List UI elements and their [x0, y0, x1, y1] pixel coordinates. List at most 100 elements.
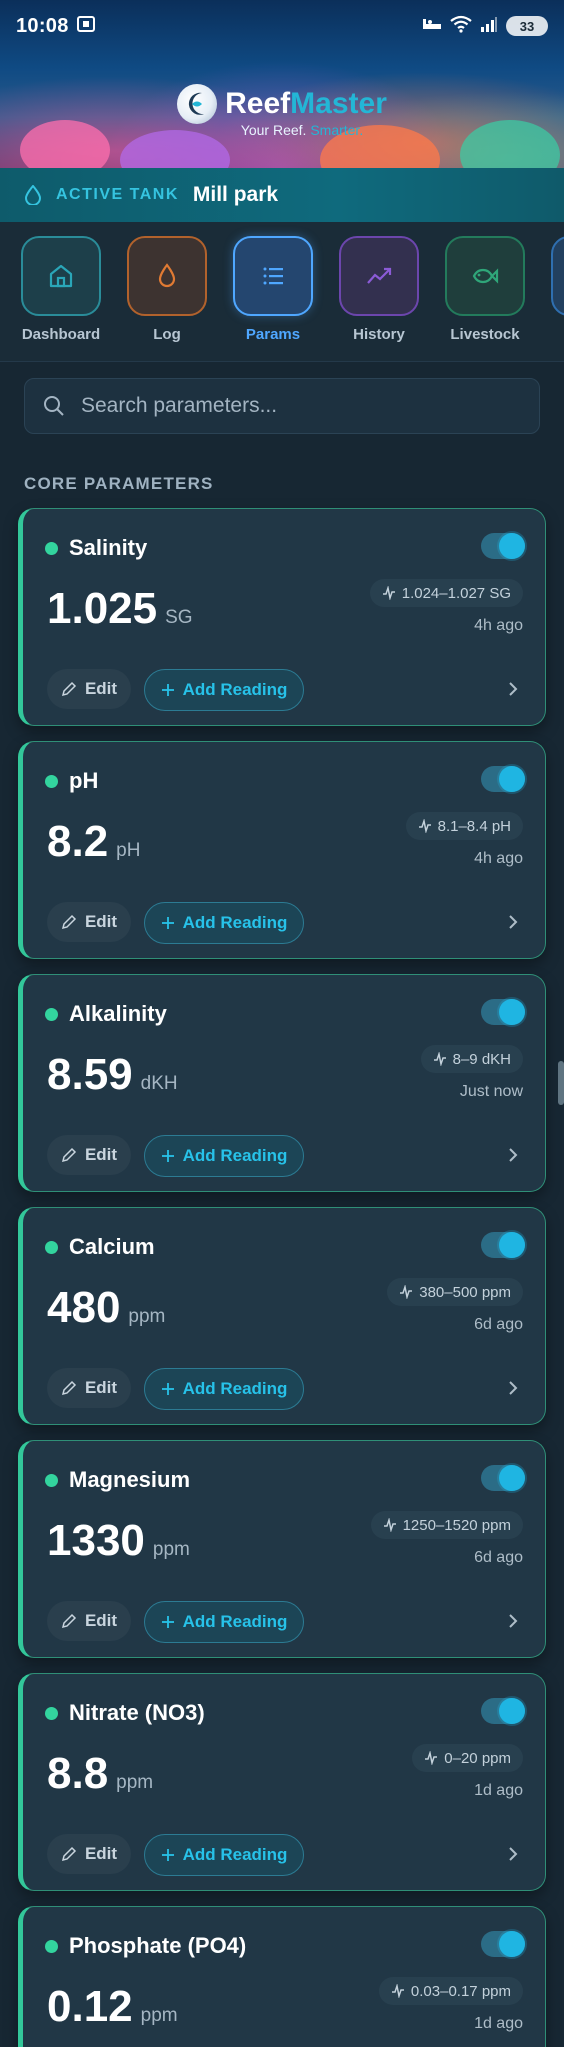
edit-button[interactable]: Edit [47, 1368, 131, 1408]
status-dot [45, 542, 58, 555]
search-box[interactable] [24, 378, 540, 434]
nav-item-dashboard[interactable]: Dashboard [21, 236, 101, 343]
nav-label: Livestock [450, 326, 520, 343]
param-toggle[interactable] [481, 1698, 525, 1724]
nav-item-params[interactable]: Params [233, 236, 313, 343]
pencil-icon [61, 681, 76, 697]
drop-icon [24, 185, 42, 205]
plus-icon [161, 684, 174, 696]
status-dot [45, 1008, 58, 1021]
param-value-block: 0.12 ppm [47, 1985, 178, 2029]
nav-tile[interactable] [127, 236, 207, 316]
param-card-magnesium[interactable]: Magnesium 1330 ppm 1250–1520 ppm 6d ago E… [18, 1440, 546, 1658]
edit-button[interactable]: Edit [47, 902, 131, 942]
chevron-right-icon[interactable] [505, 910, 521, 934]
chevron-right-icon[interactable] [505, 1842, 521, 1866]
param-unit: pH [116, 840, 141, 861]
nav-tile[interactable] [551, 236, 564, 316]
edit-button[interactable]: Edit [47, 669, 131, 709]
param-card-nitrate[interactable]: Nitrate (NO3) 8.8 ppm 0–20 ppm 1d ago Edi… [18, 1673, 546, 1891]
plus-icon [161, 1383, 174, 1395]
add-reading-label: Add Reading [182, 1379, 288, 1398]
param-toggle[interactable] [481, 999, 525, 1025]
active-tank-bar[interactable]: ACTIVE TANK Mill park [0, 168, 564, 222]
pulse-icon [418, 819, 431, 833]
last-updated: 4h ago [474, 617, 523, 634]
range-chip: 1250–1520 ppm [370, 1511, 523, 1539]
add-reading-button[interactable]: Add Reading [144, 669, 304, 711]
param-unit: ppm [128, 1306, 166, 1327]
add-reading-button[interactable]: Add Reading [144, 1834, 304, 1876]
edit-button[interactable]: Edit [47, 1834, 131, 1874]
pencil-icon [61, 1380, 76, 1396]
pencil-icon [61, 1613, 76, 1629]
add-reading-button[interactable]: Add Reading [144, 1368, 304, 1410]
nav-item-log[interactable]: Log [127, 236, 207, 343]
fish-icon [472, 268, 499, 284]
nav-tile[interactable] [339, 236, 419, 316]
status-dot [45, 1241, 58, 1254]
param-name: Calcium [69, 1234, 155, 1259]
param-toggle[interactable] [481, 1232, 525, 1258]
home-icon [49, 264, 73, 288]
nav-label: Params [245, 326, 301, 343]
param-value-block: 1.025 SG [47, 587, 193, 631]
edit-label: Edit [84, 1145, 118, 1164]
edit-label: Edit [84, 912, 118, 931]
plus-icon [161, 1849, 174, 1861]
param-card-calcium[interactable]: Calcium 480 ppm 380–500 ppm 6d ago Edit A… [18, 1207, 546, 1425]
toggle-knob [499, 533, 525, 559]
param-toggle[interactable] [481, 766, 525, 792]
chevron-right-icon[interactable] [505, 1609, 521, 1633]
param-toggle[interactable] [481, 1931, 525, 1957]
pulse-icon [383, 1518, 396, 1532]
range-chip: 1.024–1.027 SG [369, 579, 523, 607]
add-reading-button[interactable]: Add Reading [144, 902, 304, 944]
status-dot [45, 1707, 58, 1720]
active-tank-name: Mill park [192, 183, 279, 206]
param-unit: ppm [116, 1772, 154, 1793]
scrollbar-thumb[interactable] [558, 1061, 564, 1105]
add-reading-button[interactable]: Add Reading [144, 1135, 304, 1177]
toggle-knob [499, 999, 525, 1025]
nav-item-history[interactable]: History [339, 236, 419, 343]
edit-button[interactable]: Edit [47, 1601, 131, 1641]
chevron-right-icon[interactable] [505, 677, 521, 701]
edit-label: Edit [84, 1844, 118, 1863]
edit-label: Edit [84, 679, 118, 698]
param-toggle[interactable] [481, 1465, 525, 1491]
status-bar: 10:08 33 [0, 0, 564, 52]
status-dot [45, 775, 58, 788]
add-reading-label: Add Reading [182, 1146, 288, 1165]
search-input[interactable] [81, 394, 521, 418]
param-unit: ppm [152, 1539, 190, 1560]
nav-tile[interactable] [21, 236, 101, 316]
chevron-right-icon[interactable] [505, 1143, 521, 1167]
param-card-ph[interactable]: pH 8.2 pH 8.1–8.4 pH 4h ago Edit Add Read… [18, 741, 546, 959]
battery-level: 33 [519, 18, 535, 34]
add-reading-label: Add Reading [182, 1612, 288, 1631]
list-icon [263, 267, 283, 285]
range-text: 380–500 ppm [419, 1283, 511, 1301]
param-toggle[interactable] [481, 533, 525, 559]
add-reading-button[interactable]: Add Reading [144, 1601, 304, 1643]
tagline-prefix: Your Reef. [240, 122, 311, 138]
nav-item-more[interactable] [551, 236, 564, 316]
pencil-icon [61, 1147, 76, 1163]
param-value-block: 1330 ppm [47, 1519, 190, 1563]
edit-button[interactable]: Edit [47, 1135, 131, 1175]
pencil-icon [61, 1846, 76, 1862]
plus-icon [161, 1616, 174, 1628]
header-banner: 10:08 33 ReefMaster Your Reef. Smarter. [0, 0, 564, 168]
nav-tile[interactable] [445, 236, 525, 316]
param-value-block: 8.59 dKH [47, 1053, 178, 1097]
nav-item-livestock[interactable]: Livestock [445, 236, 525, 343]
param-card-salinity[interactable]: Salinity 1.025 SG 1.024–1.027 SG 4h ago E… [18, 508, 546, 726]
tagline-accent: Smarter. [310, 122, 364, 138]
nav-tile[interactable] [233, 236, 313, 316]
param-value: 1.025 [47, 584, 158, 633]
nav-label: Log [153, 326, 181, 343]
param-card-phosphate[interactable]: Phosphate (PO4) 0.12 ppm 0.03–0.17 ppm 1d… [18, 1906, 546, 2047]
param-card-alkalinity[interactable]: Alkalinity 8.59 dKH 8–9 dKH Just now Edit… [18, 974, 546, 1192]
chevron-right-icon[interactable] [505, 1376, 521, 1400]
